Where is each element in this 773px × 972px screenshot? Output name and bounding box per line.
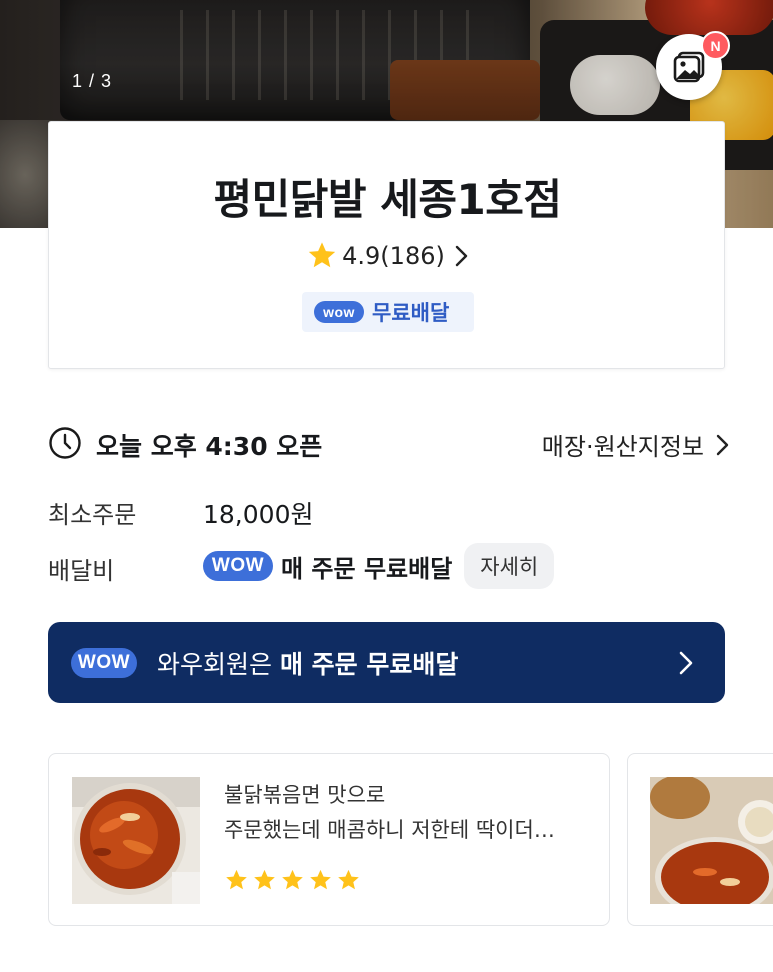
image-page-counter: 1 / 3	[72, 71, 113, 91]
store-rating-link[interactable]: 4.9(186)	[49, 240, 726, 272]
wow-badge: WOW	[71, 647, 137, 678]
delivery-fee-label: 배달비	[48, 557, 115, 585]
store-origin-info-label: 매장·원산지정보	[541, 433, 704, 461]
free-delivery-label: 무료배달	[372, 301, 450, 325]
clock-icon	[49, 427, 81, 459]
wow-badge: WOW	[203, 551, 273, 581]
star-icon	[338, 869, 359, 890]
new-photo-badge: N	[701, 31, 730, 60]
delivery-fee-value: WOW 매 주문 무료배달 자세히	[203, 543, 555, 589]
review-star-rating	[224, 868, 361, 893]
star-icon	[254, 869, 275, 890]
wow-free-delivery-badge: wow 무료배달	[302, 292, 474, 332]
review-card[interactable]: 불닭볶음면 맛으로 주문했는데 매콤하니 저한테 딱이더…	[48, 753, 610, 926]
review-photo	[72, 777, 200, 904]
star-icon	[308, 242, 336, 268]
chevron-right-icon	[679, 651, 693, 675]
review-text: 불닭볶음면 맛으로 주문했는데 매콤하니 저한테 딱이더…	[224, 778, 594, 848]
delivery-fee-text: 매 주문 무료배달	[281, 554, 453, 583]
opening-time-text: 오늘 오후 4:30 오픈	[96, 432, 323, 461]
review-text-line-1: 불닭볶음면 맛으로	[224, 783, 386, 807]
wow-badge: wow	[314, 301, 364, 323]
opening-hours-row: 오늘 오후 4:30 오픈 매장·원산지정보	[48, 425, 730, 461]
delivery-fee-detail-button[interactable]: 자세히	[464, 543, 555, 589]
chevron-right-icon	[716, 434, 729, 455]
review-text-line-2: 주문했는데 매콤하니 저한테 딱이더…	[224, 818, 555, 842]
min-order-value: 18,000원	[203, 500, 314, 529]
review-food-image	[650, 777, 773, 904]
review-card[interactable]	[627, 753, 773, 926]
store-origin-info-link[interactable]: 매장·원산지정보	[542, 427, 730, 462]
review-photo	[650, 777, 773, 904]
gallery-icon	[673, 51, 705, 83]
review-food-image	[72, 777, 200, 904]
min-order-label: 최소주문	[48, 501, 137, 529]
star-icon	[226, 869, 247, 890]
store-name: 평민닭발 세종1호점	[213, 175, 562, 224]
star-icon	[310, 869, 331, 890]
wow-membership-banner[interactable]: WOW 와우회원은 매 주문 무료배달	[48, 622, 725, 703]
wow-banner-text: 와우회원은 매 주문 무료배달	[157, 645, 458, 681]
star-icon	[282, 869, 303, 890]
wow-banner-text-bold: 매 주문 무료배달	[279, 649, 459, 679]
store-rating-value: 4.9(186)	[342, 242, 445, 270]
chevron-right-icon	[455, 245, 468, 267]
wow-banner-text-prefix: 와우회원은	[157, 649, 280, 679]
store-header-card: 평민닭발 세종1호점 4.9(186) wow 무료배달	[48, 121, 725, 369]
